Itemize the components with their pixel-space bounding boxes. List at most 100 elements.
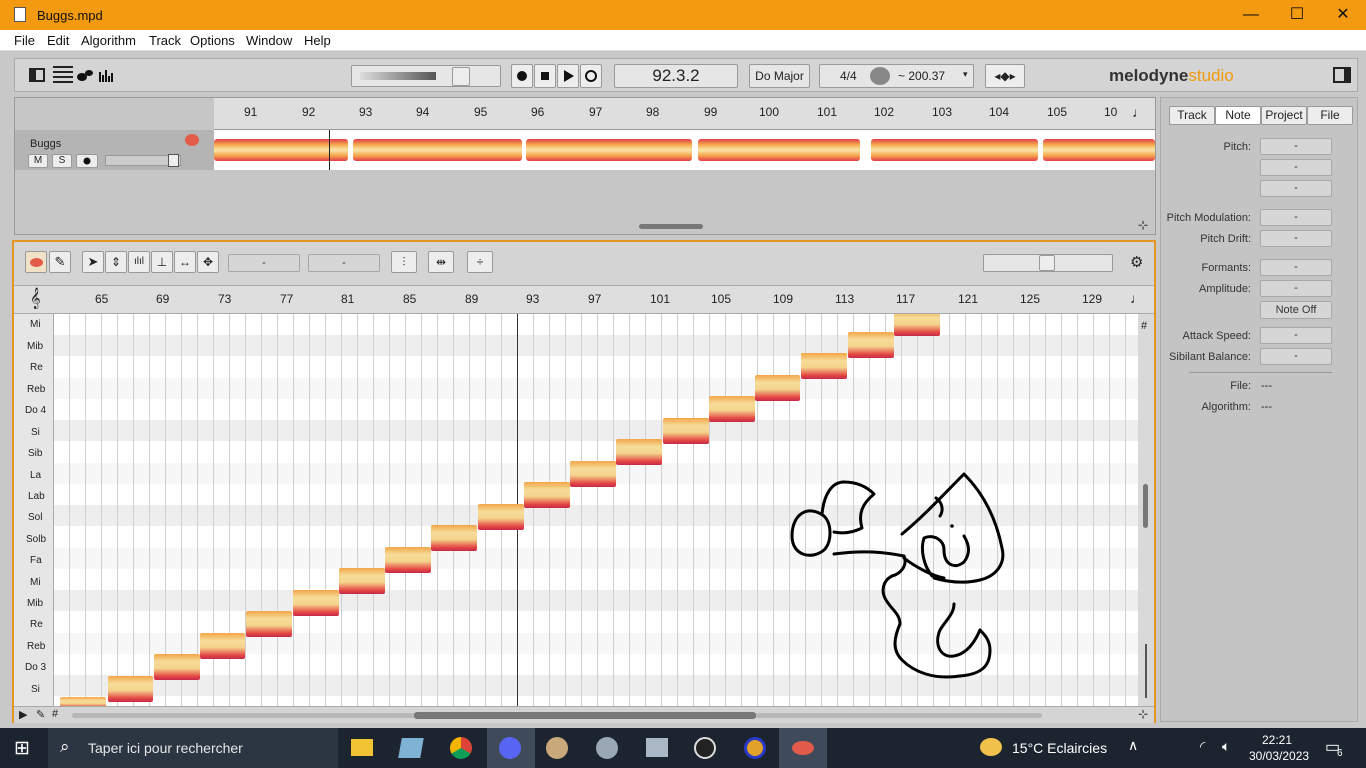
bar-ruler[interactable]: 91 92 93 94 95 96 97 98 99 100 101 102 1… <box>214 98 1155 130</box>
tool-icon[interactable]: ✎ <box>36 708 45 721</box>
formant-tool-button[interactable]: ılıl <box>128 251 150 273</box>
metronome-icon[interactable] <box>870 67 890 85</box>
treble-clef-icon[interactable]: 𝄞 <box>30 288 41 309</box>
pitch-drift-field[interactable]: - <box>1260 230 1332 247</box>
note-blob[interactable] <box>431 525 477 551</box>
obs-icon[interactable] <box>694 737 716 759</box>
sibilant-balance-field[interactable]: - <box>1260 348 1332 365</box>
zoom-slider[interactable] <box>983 254 1113 272</box>
note-blob[interactable] <box>108 676 153 702</box>
key-display[interactable]: Do Major <box>749 64 810 88</box>
bottom-scrollbar[interactable]: ▶ ✎ # ⊹ <box>14 706 1154 723</box>
file-explorer-icon[interactable] <box>351 739 373 756</box>
pitch-field[interactable]: - <box>1260 138 1332 155</box>
param-field-1[interactable]: - <box>228 254 300 272</box>
volume-slider[interactable] <box>351 65 501 87</box>
attack-speed-field[interactable]: - <box>1260 327 1332 344</box>
photos-icon[interactable] <box>646 738 668 757</box>
loop-button[interactable] <box>580 64 602 88</box>
zoom-slider-v[interactable] <box>1145 644 1147 698</box>
minimize-button[interactable]: — <box>1228 0 1274 30</box>
grid-icon[interactable]: # <box>52 708 58 720</box>
note-blob[interactable] <box>570 461 616 487</box>
menu-track[interactable]: Track <box>149 33 181 48</box>
record-arm-button[interactable] <box>76 154 98 168</box>
note-value-icon[interactable]: ♩ <box>1130 290 1144 306</box>
note-blob[interactable] <box>848 332 894 358</box>
wrench-button[interactable]: ✎ <box>49 251 71 273</box>
note-blob[interactable] <box>339 568 385 594</box>
note-blob[interactable] <box>293 590 339 616</box>
chevron-down-icon[interactable]: ▾ <box>963 69 968 80</box>
blob[interactable] <box>1043 139 1155 161</box>
start-button[interactable]: ⊞ <box>14 737 30 760</box>
tempo-display[interactable]: 4/4 ~ 200.37 ▾ <box>819 64 974 88</box>
levels-icon[interactable] <box>99 68 115 82</box>
menu-edit[interactable]: Edit <box>47 33 69 48</box>
blob-mode-button[interactable] <box>25 251 47 273</box>
chevron-up-icon[interactable]: ∧ <box>1128 737 1138 754</box>
pitch-field-3[interactable]: - <box>1260 180 1332 197</box>
param-field-2[interactable]: - <box>308 254 380 272</box>
note-value-icon[interactable]: ♩ <box>1132 104 1146 120</box>
pitch-tool-button[interactable]: ⇕ <box>105 251 127 273</box>
quantize-button[interactable]: ◂◆▸ <box>985 64 1025 88</box>
menu-file[interactable]: File <box>14 33 35 48</box>
play-icon[interactable]: ▶ <box>19 708 27 721</box>
maximize-button[interactable]: ☐ <box>1274 0 1320 30</box>
scroll-thumb[interactable] <box>414 712 756 719</box>
split-button[interactable]: ÷ <box>467 251 493 273</box>
horizontal-scrollbar[interactable] <box>639 224 703 229</box>
record-button[interactable] <box>511 64 533 88</box>
scale-grid-icon[interactable]: # <box>1141 320 1147 332</box>
menu-options[interactable]: Options <box>190 33 235 48</box>
stop-button[interactable] <box>534 64 556 88</box>
time-tool-button[interactable]: ↔ <box>174 251 196 273</box>
pitch-field-2[interactable]: - <box>1260 159 1332 176</box>
amplitude-field[interactable]: - <box>1260 280 1332 297</box>
discord-icon[interactable] <box>487 728 535 768</box>
note-blob[interactable] <box>755 375 800 401</box>
blob[interactable] <box>526 139 692 161</box>
blob[interactable] <box>871 139 1038 161</box>
note-off-button[interactable]: Note Off <box>1260 301 1332 319</box>
note-blob[interactable] <box>246 611 292 637</box>
blob[interactable] <box>698 139 860 161</box>
select-tool-button[interactable]: ➤ <box>82 251 104 273</box>
tab-track[interactable]: Track <box>1169 106 1215 125</box>
amplitude-tool-button[interactable]: ⊥ <box>151 251 173 273</box>
track-volume-slider[interactable] <box>105 154 181 167</box>
mixer-icon[interactable] <box>53 66 73 84</box>
play-button[interactable] <box>557 64 579 88</box>
inspector-toggle-icon[interactable] <box>1333 67 1351 83</box>
panel-toggle-icon[interactable] <box>29 68 45 82</box>
tab-file[interactable]: File <box>1307 106 1353 125</box>
note-blob[interactable] <box>663 418 709 444</box>
correct-pitch-button[interactable]: ⫶ <box>391 251 417 273</box>
pitch-ruler[interactable]: Mi Mib Re Reb Do 4 Si Sib La Lab Sol Sol… <box>14 314 54 706</box>
app-icon[interactable] <box>398 738 424 758</box>
position-display[interactable]: 92.3.2 <box>614 64 738 88</box>
note-grid[interactable] <box>54 314 1138 706</box>
note-blob[interactable] <box>60 697 106 706</box>
note-blob[interactable] <box>478 504 524 530</box>
separation-tool-button[interactable]: ✥ <box>197 251 219 273</box>
track-header[interactable]: Buggs M S <box>15 130 214 170</box>
blob[interactable] <box>214 139 348 161</box>
note-blob[interactable] <box>200 633 245 659</box>
scroll-thumb[interactable] <box>1143 484 1148 528</box>
volume-icon[interactable]: 🔈︎ <box>1222 738 1230 755</box>
track-lane[interactable] <box>214 130 1155 170</box>
mute-button[interactable]: M <box>28 154 48 168</box>
melodyne-blob-icon[interactable] <box>185 134 199 146</box>
note-blob[interactable] <box>616 439 662 465</box>
note-blob[interactable] <box>524 482 570 508</box>
paint-icon[interactable] <box>546 737 568 759</box>
expand-icon[interactable]: ⊹ <box>1138 218 1148 232</box>
menu-help[interactable]: Help <box>304 33 331 48</box>
gear-icon[interactable]: ⚙ <box>1130 253 1143 271</box>
formants-field[interactable]: - <box>1260 259 1332 276</box>
tab-project[interactable]: Project <box>1261 106 1307 125</box>
tab-note[interactable]: Note <box>1215 106 1261 125</box>
app2-icon[interactable] <box>744 737 766 759</box>
